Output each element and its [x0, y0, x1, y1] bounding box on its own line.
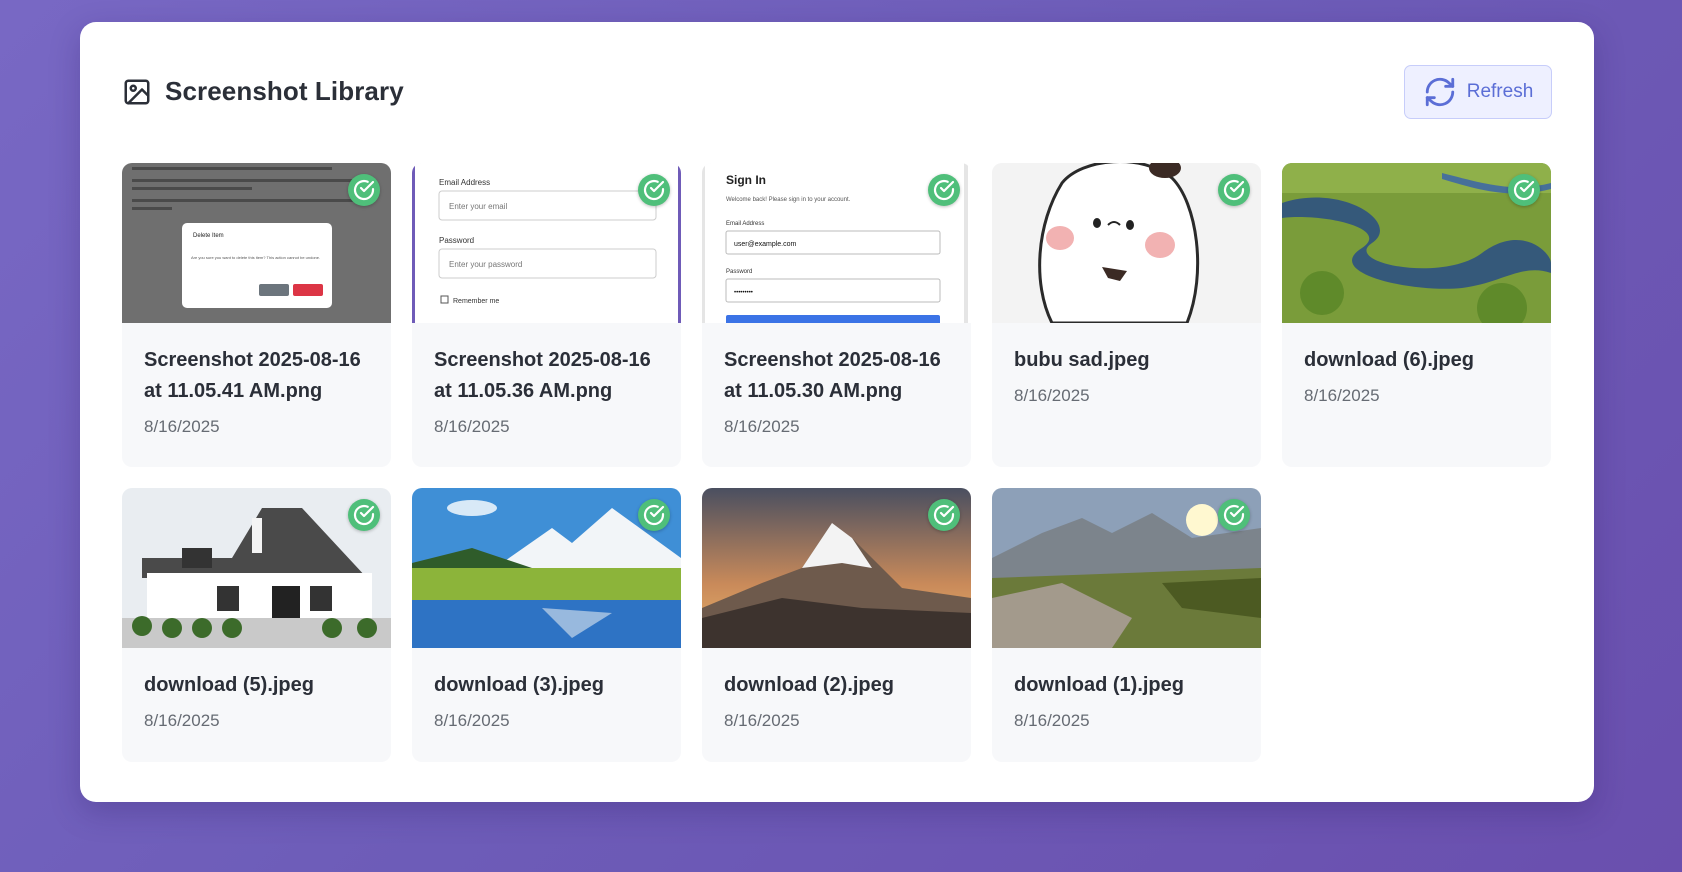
selected-check-icon[interactable]	[348, 174, 380, 206]
image-card[interactable]: Sign In Welcome back! Please sign in to …	[702, 163, 971, 467]
thumbnail: Sign In Welcome back! Please sign in to …	[702, 163, 971, 323]
thumbnail	[412, 488, 681, 648]
thumb-remember: Remember me	[453, 298, 499, 305]
thumbnail: Email Address Enter your email Password …	[412, 163, 681, 323]
image-card[interactable]: download (6).jpeg 8/16/2025	[1282, 163, 1551, 467]
image-name: download (6).jpeg	[1304, 349, 1474, 371]
selected-check-icon[interactable]	[928, 499, 960, 531]
image-card[interactable]: bubu sad.jpeg 8/16/2025	[992, 163, 1261, 467]
image-card[interactable]: download (3).jpeg 8/16/2025	[412, 488, 681, 762]
image-date: 8/16/2025	[1304, 386, 1380, 405]
thumb-password-label: Password	[726, 269, 752, 275]
image-card[interactable]: Email Address Enter your email Password …	[412, 163, 681, 467]
selected-check-icon[interactable]	[928, 174, 960, 206]
thumb-heading: Sign In	[726, 173, 766, 187]
thumbnail	[992, 488, 1261, 648]
selected-check-icon[interactable]	[348, 499, 380, 531]
image-date: 8/16/2025	[434, 711, 510, 730]
refresh-icon	[1425, 77, 1454, 107]
selected-check-icon[interactable]	[1508, 174, 1540, 206]
thumbnail	[1282, 163, 1551, 323]
thumbnail: Delete Item Are you sure you want to del…	[122, 163, 391, 323]
image-date: 8/16/2025	[724, 711, 800, 730]
image-card[interactable]: download (5).jpeg 8/16/2025	[122, 488, 391, 762]
page-title: Screenshot Library	[165, 76, 404, 106]
image-name: Screenshot 2025-08-16 at 11.05.30 AM.png	[724, 349, 941, 402]
image-name: download (1).jpeg	[1014, 674, 1184, 696]
image-date: 8/16/2025	[1014, 711, 1090, 730]
thumbnail	[992, 163, 1261, 323]
selected-check-icon[interactable]	[638, 174, 670, 206]
image-card[interactable]: Delete Item Are you sure you want to del…	[122, 163, 391, 467]
image-date: 8/16/2025	[144, 417, 220, 436]
image-name: download (2).jpeg	[724, 674, 894, 696]
selected-check-icon[interactable]	[638, 499, 670, 531]
image-name: Screenshot 2025-08-16 at 11.05.36 AM.png	[434, 349, 651, 402]
image-name: Screenshot 2025-08-16 at 11.05.41 AM.png	[144, 349, 361, 402]
selected-check-icon[interactable]	[1218, 499, 1250, 531]
image-date: 8/16/2025	[1014, 386, 1090, 405]
image-icon	[124, 79, 150, 104]
library-panel: Screenshot Library Refresh Delete Item A…	[80, 22, 1594, 802]
image-name: download (5).jpeg	[144, 674, 314, 696]
thumb-email-value: user@example.com	[734, 241, 797, 248]
refresh-button[interactable]: Refresh	[1404, 65, 1552, 119]
thumb-email-placeholder: Enter your email	[449, 202, 507, 211]
thumb-password-value: •••••••••	[734, 290, 753, 296]
image-name: bubu sad.jpeg	[1014, 349, 1150, 371]
thumb-password-label: Password	[439, 236, 474, 245]
thumb-dialog-text: Are you sure you want to delete this ite…	[191, 255, 320, 260]
refresh-label: Refresh	[1466, 81, 1534, 102]
thumbnail	[122, 488, 391, 648]
thumb-password-placeholder: Enter your password	[449, 260, 522, 269]
library-header: Screenshot Library	[122, 76, 404, 107]
image-name: download (3).jpeg	[434, 674, 604, 696]
image-date: 8/16/2025	[724, 417, 800, 436]
thumb-subtitle: Welcome back! Please sign in to your acc…	[726, 197, 851, 203]
image-date: 8/16/2025	[434, 417, 510, 436]
thumb-email-label: Email Address	[726, 221, 764, 227]
thumb-email-label: Email Address	[439, 178, 490, 187]
image-date: 8/16/2025	[144, 711, 220, 730]
selected-check-icon[interactable]	[1218, 174, 1250, 206]
image-card[interactable]: download (1).jpeg 8/16/2025	[992, 488, 1261, 762]
thumb-dialog-title: Delete Item	[193, 233, 224, 239]
thumbnail	[702, 488, 971, 648]
image-card[interactable]: download (2).jpeg 8/16/2025	[702, 488, 971, 762]
